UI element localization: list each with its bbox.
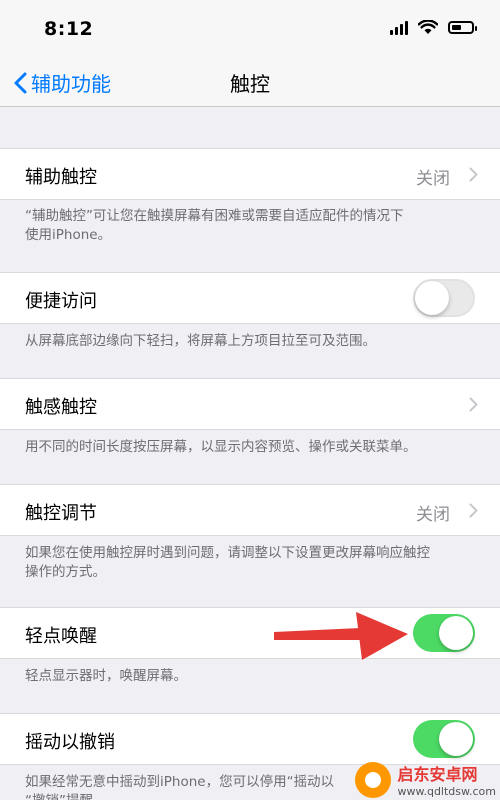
toggle-knob xyxy=(439,616,473,650)
tap-to-wake-note: 轻点显示器时，唤醒屏幕。 xyxy=(25,668,187,684)
haptic-touch-note: 用不同的时间长度按压屏幕，以显示内容预览、操作或关联菜单。 xyxy=(25,439,417,455)
back-button[interactable]: 辅助功能 xyxy=(14,68,111,97)
chevron-left-icon xyxy=(14,72,27,93)
tap-to-wake-toggle[interactable] xyxy=(413,614,475,652)
shake-to-undo-label: 摇动以撤销 xyxy=(25,732,115,753)
touch-accommodations-note: 如果您在使用触控屏时遇到问题，请调整以下设置更改屏幕响应触控 操作的方式。 xyxy=(25,544,480,582)
touch-accommodations-note-line1: 如果您在使用触控屏时遇到问题，请调整以下设置更改屏幕响应触控 xyxy=(25,545,430,561)
toggle-knob xyxy=(415,281,449,315)
reachability-toggle[interactable] xyxy=(413,279,475,317)
assistive-touch-label: 辅助触控 xyxy=(25,167,97,188)
assistive-touch-note: “辅助触控”可让您在触摸屏幕有困难或需要自适应配件的情况下 使用iPhone。 xyxy=(25,207,480,245)
status-bar: 8:12 xyxy=(0,0,500,56)
chevron-right-icon xyxy=(469,167,478,182)
navigation-bar: 辅助功能 触控 xyxy=(0,56,500,107)
shake-to-undo-row: 摇动以撤销 xyxy=(0,713,500,765)
reachability-row: 便捷访问 xyxy=(0,272,500,324)
touch-accommodations-value: 关闭 xyxy=(416,505,450,525)
watermark: 启东安卓网 www.qdltdsw.com xyxy=(355,761,496,798)
signal-icon xyxy=(390,20,408,35)
tap-to-wake-label: 轻点唤醒 xyxy=(25,626,97,647)
assistive-touch-note-line1: “辅助触控”可让您在触摸屏幕有困难或需要自适应配件的情况下 xyxy=(25,208,404,224)
settings-screen: 8:12 辅助功能 触控 辅助触控 关闭 “辅助触控”可让您在触摸屏幕有困难或需… xyxy=(0,0,500,800)
wifi-icon xyxy=(418,20,438,34)
tap-to-wake-row: 轻点唤醒 xyxy=(0,607,500,659)
watermark-name: 启东安卓网 xyxy=(397,765,478,784)
status-icons xyxy=(390,20,477,35)
touch-accommodations-note-line2: 操作的方式。 xyxy=(25,564,106,580)
battery-icon xyxy=(448,21,477,34)
touch-accommodations-row[interactable]: 触控调节 关闭 xyxy=(0,484,500,536)
watermark-url: www.qdltdsw.com xyxy=(397,785,496,798)
arrow-icon xyxy=(274,612,408,660)
status-time: 8:12 xyxy=(44,18,94,40)
reachability-label: 便捷访问 xyxy=(25,291,97,312)
shake-to-undo-toggle[interactable] xyxy=(413,720,475,758)
assistive-touch-value: 关闭 xyxy=(416,169,450,189)
chevron-right-icon xyxy=(469,503,478,518)
chevron-right-icon xyxy=(469,397,478,412)
haptic-touch-row[interactable]: 触感触控 xyxy=(0,378,500,430)
touch-accommodations-label: 触控调节 xyxy=(25,503,97,524)
watermark-logo-icon xyxy=(355,761,392,798)
assistive-touch-row[interactable]: 辅助触控 关闭 xyxy=(0,148,500,200)
reachability-note: 从屏幕底部边缘向下轻扫，将屏幕上方项目拉至可及范围。 xyxy=(25,333,376,349)
haptic-touch-label: 触感触控 xyxy=(25,397,97,418)
toggle-knob xyxy=(439,722,473,756)
assistive-touch-note-line2: 使用iPhone。 xyxy=(25,227,112,243)
back-button-label: 辅助功能 xyxy=(31,72,111,96)
